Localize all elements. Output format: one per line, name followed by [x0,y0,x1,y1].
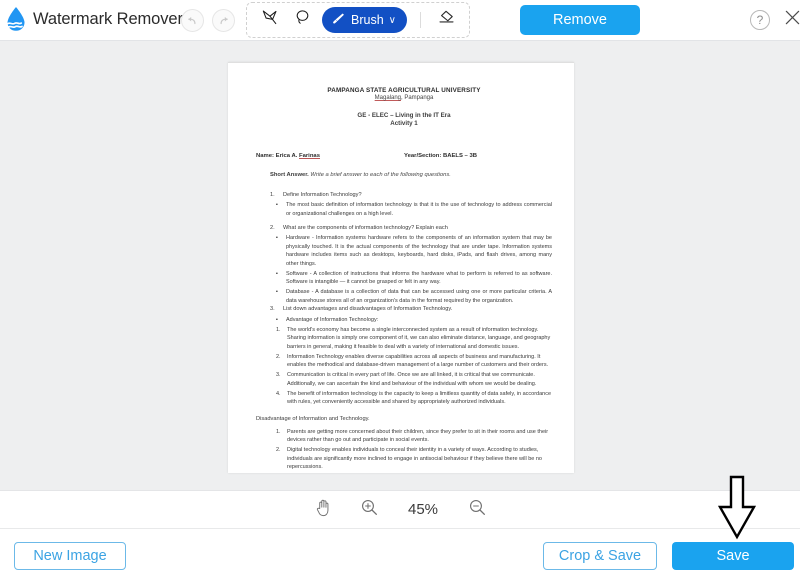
doc-university: PAMPANGA STATE AGRICULTURAL UNIVERSITY [327,87,481,94]
lasso-icon [293,8,312,32]
zoom-level-label: 45% [407,501,439,518]
doc-subitem: 2. Digital technology enables individual… [276,447,542,471]
doc-subitem: 4. The benefit of information technology… [276,390,552,406]
doc-course: GE - ELEC – Living in the IT Era [357,112,451,119]
doc-year-section: Year/Section: BAELS – 3B [404,153,478,159]
close-icon [784,9,800,31]
doc-item: ▪ Software - A collection of instruction… [276,270,552,286]
doc-item: ▪ The most basic definition of informati… [276,202,552,217]
crop-and-save-button[interactable]: Crop & Save [543,542,657,570]
magic-wand-tool[interactable] [256,7,282,33]
hand-tool-button[interactable] [312,499,334,521]
doc-subitem: 3. Communication is critical in every pa… [276,372,537,387]
image-canvas[interactable]: PAMPANGA STATE AGRICULTURAL UNIVERSITY M… [0,41,800,490]
edit-tools-group: Brush ∨ [246,2,470,38]
brush-label: Brush [351,13,384,27]
doc-name-last: Farinas [299,153,320,159]
undo-button[interactable] [181,9,204,32]
tool-divider [419,12,421,28]
help-button[interactable]: ? [750,10,770,30]
doc-disadvantage-heading: Disadvantage of Information and Technolo… [256,415,370,422]
doc-item: 3. List down advantages and disadvantage… [270,306,453,313]
hand-tool-icon [315,498,332,522]
zoom-out-button[interactable] [466,499,488,521]
doc-item: ▪ Advantage of Information Technology: [276,316,379,323]
close-button[interactable] [783,10,800,29]
redo-button[interactable] [212,9,235,32]
zoom-toolbar: 45% [0,490,800,528]
remove-button[interactable]: Remove [520,5,640,35]
top-toolbar: Watermark Remover Brush ∨ Remove ? [0,0,800,41]
chevron-down-icon: ∨ [388,14,396,26]
doc-location: Magalang, Pampanga [256,95,552,101]
doc-student-name: Name: Erica A. Farinas [256,153,404,159]
doc-name-first: Erica A. [275,153,300,159]
doc-subitem: 1. Parents are getting more concerned ab… [276,428,549,444]
brush-icon [331,11,346,29]
doc-subitem: 2. Information Technology enables divers… [276,353,549,369]
zoom-in-icon [360,498,379,522]
doc-subitem: 1. The world's economy has become a sing… [276,326,551,350]
doc-instruction: Short Answer. Write a brief answer to ea… [270,172,552,178]
new-image-button[interactable]: New Image [14,542,126,570]
doc-activity: Activity 1 [390,120,418,127]
document-preview: PAMPANGA STATE AGRICULTURAL UNIVERSITY M… [228,62,574,473]
magic-wand-icon [260,8,279,32]
doc-question-list: 1. Define Information Technology? ▪ The … [256,191,552,473]
app-brand: Watermark Remover [4,6,183,32]
eraser-icon [436,7,457,33]
redo-arrow-icon [217,14,230,27]
doc-name-prefix: Name: [256,153,276,159]
doc-item: ▪ Database - A database is a collection … [276,289,552,304]
undo-arrow-icon [186,14,199,27]
brush-tool-button[interactable]: Brush ∨ [322,7,407,33]
eraser-tool[interactable] [434,7,460,33]
save-button[interactable]: Save [672,542,794,570]
document-content: PAMPANGA STATE AGRICULTURAL UNIVERSITY M… [228,63,574,473]
zoom-in-button[interactable] [358,499,380,521]
lasso-tool[interactable] [289,7,315,33]
doc-item: 1. Define Information Technology? [270,192,362,198]
doc-item: ▪ Hardware - Information systems hardwar… [276,235,552,267]
doc-name-row: Name: Erica A. Farinas Year/Section: BAE… [256,153,552,159]
history-controls [181,9,235,32]
doc-location-city: Magalang [374,95,401,101]
app-title: Watermark Remover [33,9,183,28]
zoom-out-icon [468,498,487,522]
doc-instruction-text: Write a brief answer to each of the foll… [310,172,451,178]
doc-location-province: , Pampanga [401,95,434,101]
doc-item: 2. What are the components of informatio… [270,225,448,232]
doc-instruction-label: Short Answer. [270,172,309,178]
water-drop-icon [4,6,28,32]
